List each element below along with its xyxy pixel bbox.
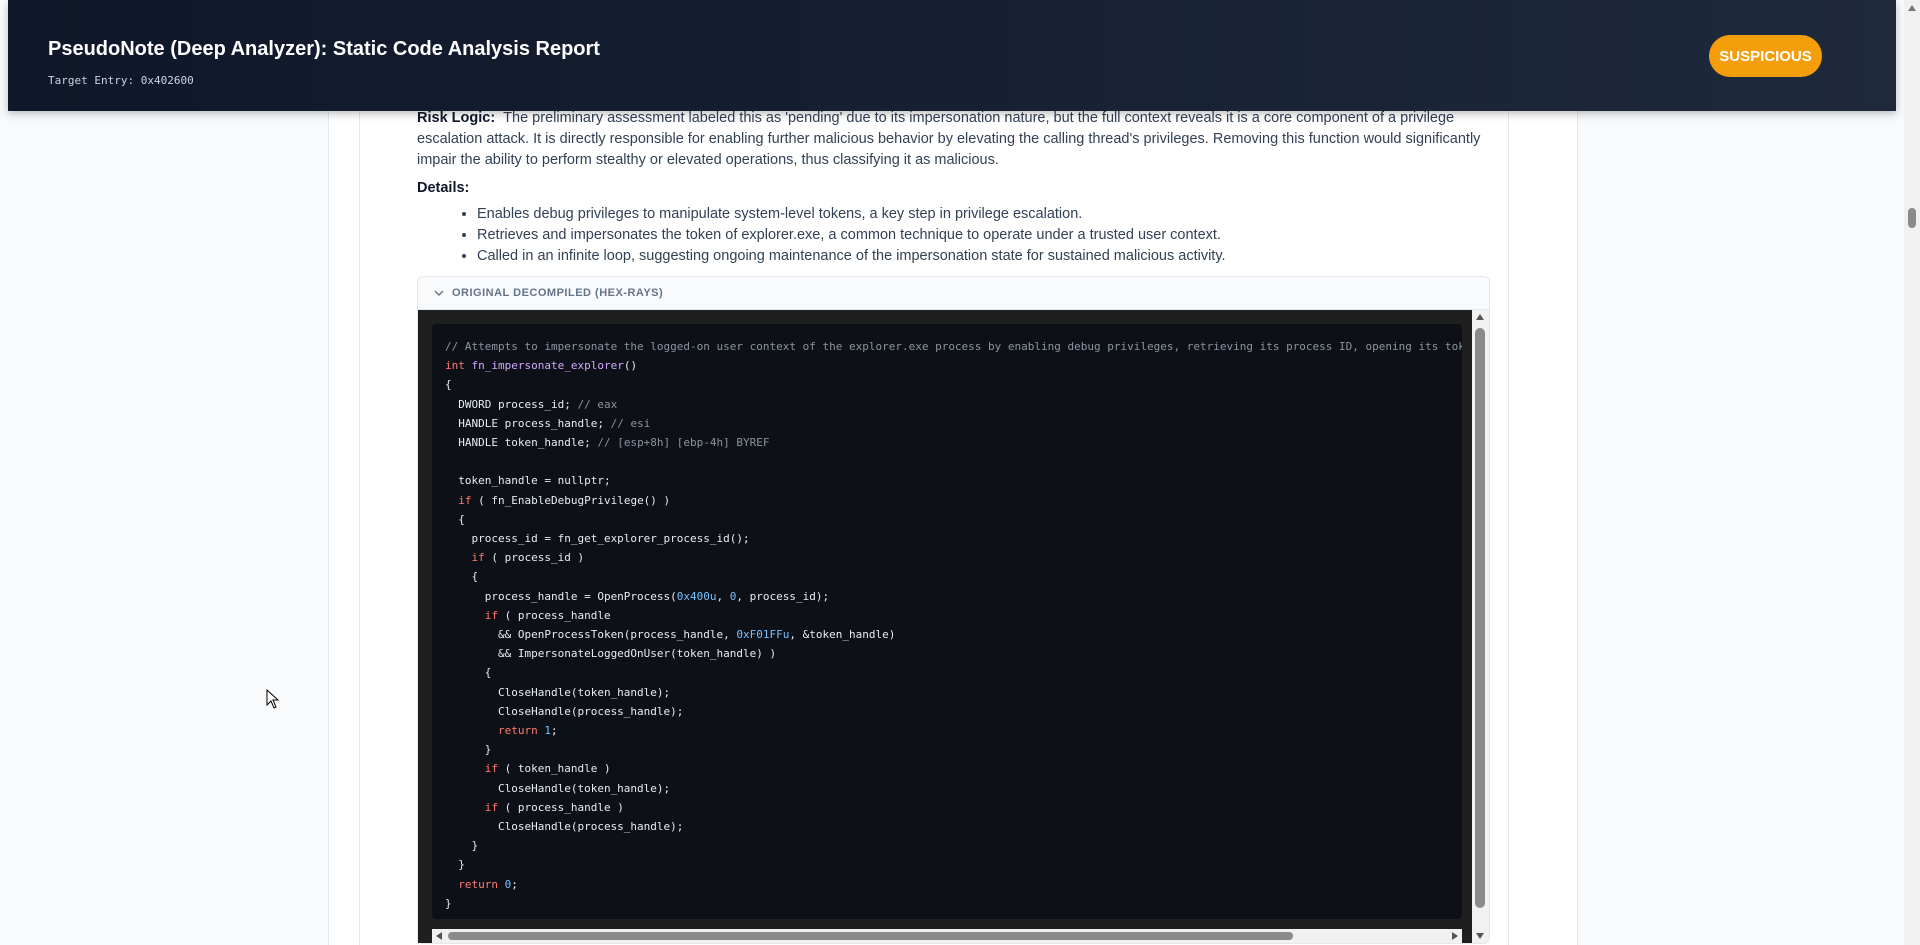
chevron-down-icon — [434, 290, 444, 296]
code-line: process_handle = OpenProcess(0x400u, 0, … — [445, 589, 830, 603]
code-line: HANDLE token_handle; // [esp+8h] [ebp-4h… — [445, 436, 770, 450]
code-line: } — [445, 858, 465, 872]
decompiled-code: // Attempts to impersonate the logged-on… — [445, 337, 1462, 913]
decompiled-label: ORIGINAL DECOMPILED (HEX-RAYS) — [452, 287, 664, 299]
code-line: CloseHandle(token_handle); — [445, 685, 671, 699]
risk-logic-text: The preliminary assessment labeled this … — [417, 110, 1481, 168]
page-scrollbar[interactable] — [1904, 0, 1920, 945]
code-line: CloseHandle(process_handle); — [445, 820, 684, 834]
code-line: } — [445, 896, 452, 910]
scroll-thumb[interactable] — [448, 932, 1293, 940]
status-badge: SUSPICIOUS — [1709, 35, 1822, 77]
details-list: Enables debug privileges to manipulate s… — [417, 204, 1492, 267]
code-line: if ( process_id ) — [471, 551, 585, 565]
function-card-body: Risk Logic: The preliminary assessment la… — [417, 108, 1492, 944]
report-column: Risk Logic: The preliminary assessment la… — [328, 0, 1578, 945]
code-block: // Attempts to impersonate the logged-on… — [432, 324, 1462, 919]
details-item: Retrieves and impersonates the token of … — [477, 225, 1492, 246]
code-line: if ( token_handle ) — [484, 762, 611, 776]
code-line: && OpenProcessToken(process_handle, 0xF0… — [445, 628, 896, 642]
decompiled-toggle[interactable]: ORIGINAL DECOMPILED (HEX-RAYS) — [418, 277, 1489, 310]
code-line: CloseHandle(process_handle); — [445, 704, 684, 718]
code-line: DWORD process_id; // eax — [445, 397, 618, 411]
code-line: } — [445, 839, 479, 853]
risk-logic-label: Risk Logic: — [417, 110, 496, 126]
code-line: { — [445, 512, 465, 526]
decompiled-section: ORIGINAL DECOMPILED (HEX-RAYS) // Attemp… — [417, 276, 1490, 944]
code-line: HANDLE process_handle; // esi — [445, 416, 651, 430]
scroll-thumb[interactable] — [1908, 208, 1916, 228]
function-card: Risk Logic: The preliminary assessment la… — [359, 0, 1509, 945]
code-line: { — [445, 666, 492, 680]
code-line: return 0; — [458, 877, 518, 891]
code-line: { — [445, 378, 452, 392]
code-line: } — [445, 743, 492, 757]
code-line: CloseHandle(token_handle); — [445, 781, 671, 795]
code-horizontal-scrollbar[interactable] — [432, 929, 1462, 943]
target-entry: Target Entry: 0x402600 — [48, 74, 194, 87]
details-heading: Details: — [417, 180, 470, 196]
code-line: { — [445, 570, 479, 584]
details-item: Enables debug privileges to manipulate s… — [477, 204, 1492, 225]
mouse-cursor-icon — [266, 689, 280, 709]
details-item: Called in an infinite loop, suggesting o… — [477, 246, 1492, 267]
code-vertical-scrollbar[interactable] — [1472, 310, 1489, 943]
code-viewer[interactable]: // Attempts to impersonate the logged-on… — [418, 310, 1489, 943]
code-line: process_id = fn_get_explorer_process_id(… — [445, 532, 750, 546]
code-line: token_handle = nullptr; — [445, 474, 611, 488]
code-line: if ( process_handle — [484, 608, 611, 622]
scroll-thumb[interactable] — [1475, 328, 1485, 908]
scroll-up-arrow-icon[interactable] — [1908, 5, 1916, 11]
page-title: PseudoNote (Deep Analyzer): Static Code … — [48, 38, 600, 60]
scroll-up-arrow-icon[interactable] — [1476, 314, 1484, 320]
code-line: // Attempts to impersonate the logged-on… — [445, 340, 1462, 353]
code-line: if ( fn_EnableDebugPrivilege() ) — [458, 493, 671, 507]
scroll-right-arrow-icon[interactable] — [1452, 932, 1458, 940]
code-line: return 1; — [497, 724, 558, 738]
code-line: int fn_impersonate_explorer() — [445, 359, 638, 373]
code-line: if ( process_handle ) — [484, 800, 624, 814]
report-header: PseudoNote (Deep Analyzer): Static Code … — [8, 0, 1896, 111]
scroll-down-arrow-icon[interactable] — [1476, 933, 1484, 939]
code-line: && ImpersonateLoggedOnUser(token_handle)… — [445, 647, 777, 661]
risk-logic: Risk Logic: The preliminary assessment la… — [417, 108, 1492, 171]
scroll-left-arrow-icon[interactable] — [436, 932, 442, 940]
